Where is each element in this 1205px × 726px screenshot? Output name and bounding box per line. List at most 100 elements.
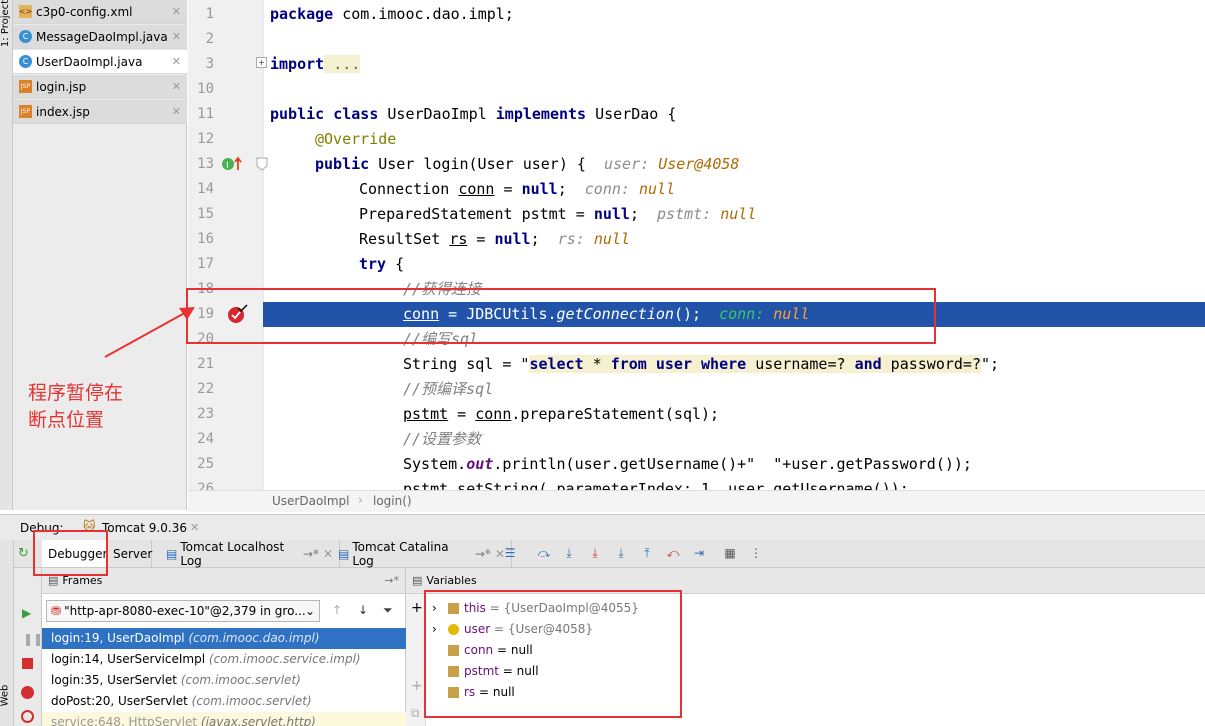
annotation-line: 程序暂停在 xyxy=(28,382,124,404)
pin-icon: →* xyxy=(474,546,491,561)
arrow-up-icon[interactable]: ↑ xyxy=(332,603,342,617)
project-tool-button[interactable]: 1: Project xyxy=(0,0,11,47)
copy-icon[interactable]: ⧉ xyxy=(411,706,420,721)
force-step-into-icon[interactable]: ⤓ xyxy=(613,545,629,561)
frame-row[interactable]: service:648, HttpServlet (javax.servlet.… xyxy=(42,712,406,726)
annotation-note: 程序暂停在 断点位置 xyxy=(28,380,158,434)
close-icon[interactable]: ✕ xyxy=(172,55,181,68)
chevron-down-icon: ⌄ xyxy=(304,604,315,618)
annotation-box-breakpoint xyxy=(186,288,936,344)
line-number: 13 xyxy=(197,156,214,172)
annotation-box-debugger-tab xyxy=(33,530,108,576)
resume-icon[interactable]: ▶ xyxy=(22,606,31,620)
code-line: @Override xyxy=(315,130,397,148)
pause-icon[interactable]: ❚❚ xyxy=(23,632,43,646)
line-number: 17 xyxy=(197,256,214,272)
web-tool-button[interactable]: Web xyxy=(0,685,10,707)
debug-session-tab[interactable]: Tomcat 9.0.36 xyxy=(102,521,187,535)
add-watch-icon[interactable]: + xyxy=(411,600,423,616)
menu-icon[interactable]: ☰ xyxy=(502,545,518,561)
line-number: 11 xyxy=(197,106,214,122)
expand-fold-icon[interactable] xyxy=(256,57,268,69)
view-breakpoints-icon[interactable] xyxy=(21,686,34,699)
debug-tabs: Debugger Server ▤ Tomcat Localhost Log →* ✕… xyxy=(14,540,1205,568)
close-icon[interactable]: ✕ xyxy=(172,105,181,118)
step-into-icon[interactable]: ⤓ xyxy=(587,545,603,561)
variables-toolbar: + + ⧉ xyxy=(406,594,426,726)
drop-frame-icon[interactable]: ⤺ xyxy=(665,545,681,561)
line-number: 25 xyxy=(197,456,214,472)
close-icon[interactable]: ✕ xyxy=(172,5,181,18)
file-tab[interactable]: JSP login.jsp ✕ xyxy=(13,75,187,99)
annotation-box-variables xyxy=(424,590,682,718)
frames-panel: ▤ Frames →* ⛃ "http-apr-8080-exec-10"@2,379… xyxy=(42,568,406,726)
fold-icon[interactable] xyxy=(256,157,268,171)
code-line: package com.imooc.dao.impl; xyxy=(270,5,514,23)
code-line: Connection conn = null; conn: null xyxy=(359,180,676,198)
mute-breakpoints-icon[interactable] xyxy=(21,710,34,723)
frame-row[interactable]: login:35, UserServlet (com.imooc.servlet… xyxy=(42,670,406,691)
file-tab[interactable]: JSP index.jsp ✕ xyxy=(13,100,187,124)
xml-icon: <> xyxy=(18,5,33,18)
code-comment: //预编译sql xyxy=(403,380,494,398)
thread-selector[interactable]: ⛃ "http-apr-8080-exec-10"@2,379 in gro...… xyxy=(46,600,320,622)
step-over-icon[interactable]: ⤓ xyxy=(561,545,577,561)
code-line: PreparedStatement pstmt = null; pstmt: n… xyxy=(359,205,757,223)
line-number: 1 xyxy=(205,6,214,22)
implements-method-icon[interactable]: I xyxy=(221,156,243,172)
code-line: ResultSet rs = null; rs: null xyxy=(359,230,630,248)
tab-catalina-log[interactable]: ▤ Tomcat Catalina Log →* ✕ xyxy=(332,540,512,568)
pin-icon[interactable]: →* xyxy=(384,574,399,587)
tab-server[interactable]: Server xyxy=(107,540,152,567)
jsp-icon: JSP xyxy=(19,105,32,118)
code-comment: //设置参数 xyxy=(403,430,482,448)
code-line: public User login(User user) { user: Use… xyxy=(315,155,740,173)
svg-text:I: I xyxy=(226,161,229,171)
file-tab[interactable]: <> c3p0-config.xml ✕ xyxy=(13,0,187,24)
frame-row[interactable]: login:19, UserDaoImpl (com.imooc.dao.imp… xyxy=(42,628,406,649)
frame-row[interactable]: login:14, UserServiceImpl (com.imooc.ser… xyxy=(42,649,406,670)
close-icon[interactable]: ✕ xyxy=(172,80,181,93)
breadcrumb-method[interactable]: login() xyxy=(373,494,412,508)
close-icon[interactable]: ✕ xyxy=(172,30,181,43)
breadcrumb-class[interactable]: UserDaoImpl xyxy=(272,494,349,508)
arrow-down-icon[interactable]: ↓ xyxy=(358,603,368,617)
file-tab-active[interactable]: C UserDaoImpl.java ✕ xyxy=(13,50,187,74)
stop-icon[interactable] xyxy=(22,658,33,669)
step-out-icon[interactable]: ⤒ xyxy=(639,545,655,561)
tab-localhost-log[interactable]: ▤ Tomcat Localhost Log →* ✕ xyxy=(160,540,340,568)
code-line: pstmt.setString( parameterIndex: 1, user… xyxy=(403,480,909,490)
line-number: 14 xyxy=(197,181,214,197)
project-tool-strip: 1: Project xyxy=(0,0,13,510)
line-number: 10 xyxy=(197,81,214,97)
log-icon: ▤ xyxy=(166,546,178,561)
thread-icon: ⛃ xyxy=(51,604,62,618)
close-icon[interactable]: ✕ xyxy=(190,521,199,534)
trace-icon[interactable]: ⋮ xyxy=(748,545,764,561)
variables-icon: ▤ xyxy=(412,574,423,587)
add-icon[interactable]: + xyxy=(411,678,423,694)
web-tool-strip: Web xyxy=(0,540,14,726)
debug-header: Debug: 🐱 Tomcat 9.0.36 ✕ xyxy=(0,514,1205,540)
class-icon: C xyxy=(19,30,32,43)
show-execution-point-icon[interactable]: ⤼ xyxy=(536,545,552,561)
rerun-icon[interactable]: ↻ xyxy=(18,546,29,561)
chevron-right-icon: › xyxy=(358,493,363,507)
file-tab[interactable]: C MessageDaoImpl.java ✕ xyxy=(13,25,187,49)
code-line: String sql = "select * from user where u… xyxy=(403,355,1000,373)
line-number: 26 xyxy=(197,481,214,490)
frame-row[interactable]: doPost:20, UserServlet (com.imooc.servle… xyxy=(42,691,406,712)
run-to-cursor-icon[interactable]: ⇥ xyxy=(691,545,707,561)
code-editor[interactable]: package com.imooc.dao.impl; import ... p… xyxy=(270,0,1205,490)
filter-icon[interactable]: ⏷ xyxy=(383,603,393,618)
class-icon: C xyxy=(19,55,32,68)
jsp-icon: JSP xyxy=(19,80,32,93)
line-number: 2 xyxy=(205,31,214,47)
evaluate-icon[interactable]: ▦ xyxy=(722,545,738,561)
pin-icon: →* xyxy=(302,546,319,561)
line-number: 23 xyxy=(197,406,214,422)
debug-side-toolbar: ▶ ❚❚ xyxy=(14,568,43,726)
breadcrumb: UserDaoImpl › login() xyxy=(188,490,1205,512)
line-number: 12 xyxy=(197,131,214,147)
code-line: System.out.println(user.getUsername()+" … xyxy=(403,455,972,473)
